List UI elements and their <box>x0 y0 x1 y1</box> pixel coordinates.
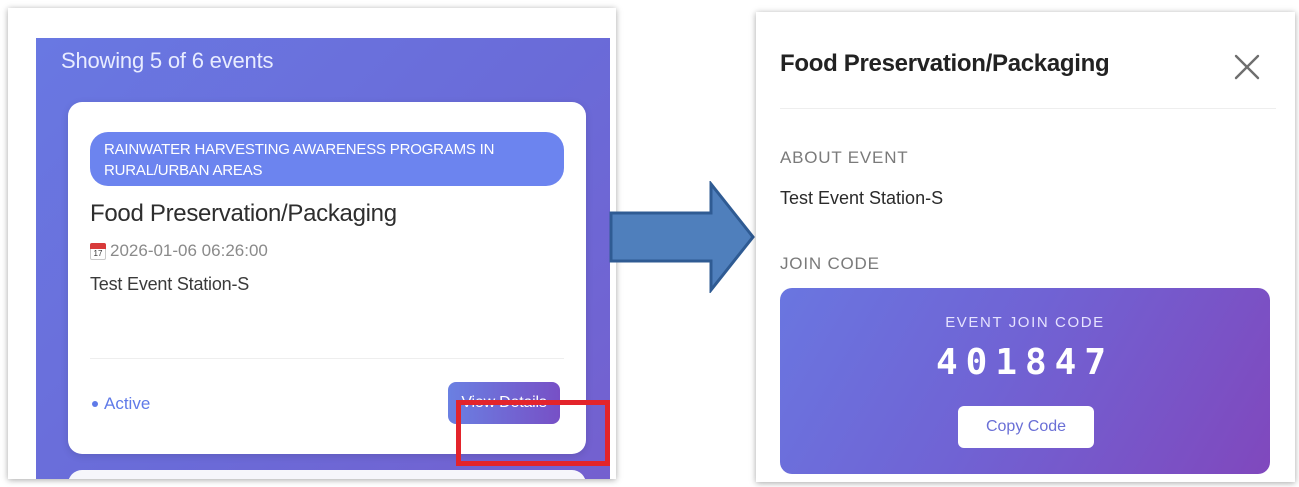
event-status-label: Active <box>104 394 151 413</box>
calendar-icon-day: 17 <box>93 248 103 258</box>
close-icon <box>1234 54 1260 80</box>
copy-code-button[interactable]: Copy Code <box>958 406 1094 448</box>
events-list-screen: Showing 5 of 6 events RAINWATER HARVESTI… <box>36 38 610 479</box>
event-title: Food Preservation/Packaging <box>90 200 397 227</box>
next-event-card-partial[interactable] <box>68 470 586 479</box>
join-code-card: EVENT JOIN CODE 401847 Copy Code <box>780 288 1270 474</box>
events-list-screenshot: Showing 5 of 6 events RAINWATER HARVESTI… <box>8 8 616 479</box>
modal-header-divider <box>780 108 1276 109</box>
event-status: Active <box>92 394 150 414</box>
event-details-screenshot: Food Preservation/Packaging ABOUT EVENT … <box>756 12 1295 482</box>
events-count-text: Showing 5 of 6 events <box>61 48 274 73</box>
join-code-value: 401847 <box>935 342 1115 383</box>
right-arrow-icon <box>609 181 755 293</box>
event-location: Test Event Station-S <box>90 274 250 294</box>
join-code-section-label: JOIN CODE <box>780 254 880 273</box>
close-button[interactable] <box>1232 52 1262 82</box>
view-details-highlight-box <box>456 400 610 466</box>
event-details-modal: Food Preservation/Packaging ABOUT EVENT … <box>772 24 1282 482</box>
event-datetime: 2026-01-06 06:26:00 <box>110 241 268 260</box>
modal-title: Food Preservation/Packaging <box>780 50 1110 77</box>
about-event-text: Test Event Station-S <box>780 188 944 208</box>
card-divider <box>90 358 564 359</box>
status-dot-icon <box>92 401 98 407</box>
calendar-icon: 17 <box>90 242 106 260</box>
about-event-label: ABOUT EVENT <box>780 148 909 167</box>
join-code-card-label: EVENT JOIN CODE <box>945 314 1105 331</box>
event-category-tag: RAINWATER HARVESTING AWARENESS PROGRAMS … <box>90 132 564 186</box>
event-datetime-row: 17 2026-01-06 06:26:00 <box>90 240 268 262</box>
